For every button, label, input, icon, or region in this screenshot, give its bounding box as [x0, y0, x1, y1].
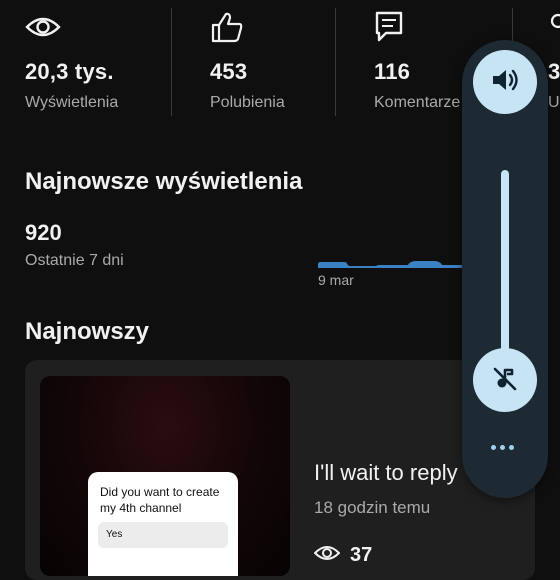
video-views-count: 37	[350, 544, 373, 566]
comment-icon	[374, 10, 460, 44]
thumbs-up-icon	[210, 10, 285, 44]
stat-subscribers-label: U	[548, 94, 560, 111]
stat-comments-label: Komentarze	[374, 94, 461, 111]
stat-views-label: Wyświetlenia	[25, 94, 119, 111]
volume-slider-thumb[interactable]	[473, 348, 537, 412]
recent-views-count: 920	[25, 220, 62, 245]
video-thumbnail[interactable]: Did you want to create my 4th channel Ye…	[40, 376, 290, 576]
poll-option: Yes	[98, 522, 228, 548]
volume-panel	[462, 40, 548, 498]
divider	[171, 8, 172, 116]
speaker-icon	[490, 66, 520, 99]
stat-subscribers-value: 3	[548, 59, 560, 84]
stat-comments[interactable]: 116 Komentarze	[374, 10, 460, 112]
eye-icon	[25, 10, 118, 44]
recent-views-period: Ostatnie 7 dni	[25, 252, 124, 269]
recent-views-chart[interactable]	[316, 258, 466, 270]
latest-title: Najnowszy	[25, 318, 150, 345]
chart-date-label: 9 mar	[318, 272, 354, 288]
subscribers-icon	[548, 10, 560, 44]
poll-question: Did you want to create my 4th channel	[100, 485, 220, 515]
stat-likes-label: Polubienia	[210, 94, 285, 111]
poll-card: Did you want to create my 4th channel Ye…	[88, 472, 238, 576]
more-icon[interactable]	[491, 445, 514, 450]
video-views: 37	[313, 544, 373, 567]
video-time: 18 godzin temu	[314, 498, 431, 517]
stat-views-value: 20,3 tys.	[25, 59, 114, 84]
video-title[interactable]: I'll wait to reply	[314, 460, 458, 486]
music-off-icon	[491, 364, 519, 397]
divider	[335, 8, 336, 116]
stat-subscribers[interactable]: 3 U	[548, 10, 560, 112]
stat-views[interactable]: 20,3 tys. Wyświetlenia	[25, 10, 118, 112]
speaker-button[interactable]	[473, 50, 537, 114]
stat-comments-value: 116	[374, 59, 411, 84]
stat-likes-value: 453	[210, 59, 248, 84]
recent-views-title: Najnowsze wyświetlenia	[25, 168, 303, 195]
eye-icon	[313, 544, 341, 567]
volume-slider-track[interactable]	[501, 170, 509, 370]
poll-option-label: Yes	[106, 529, 123, 540]
stat-likes[interactable]: 453 Polubienia	[210, 10, 285, 112]
